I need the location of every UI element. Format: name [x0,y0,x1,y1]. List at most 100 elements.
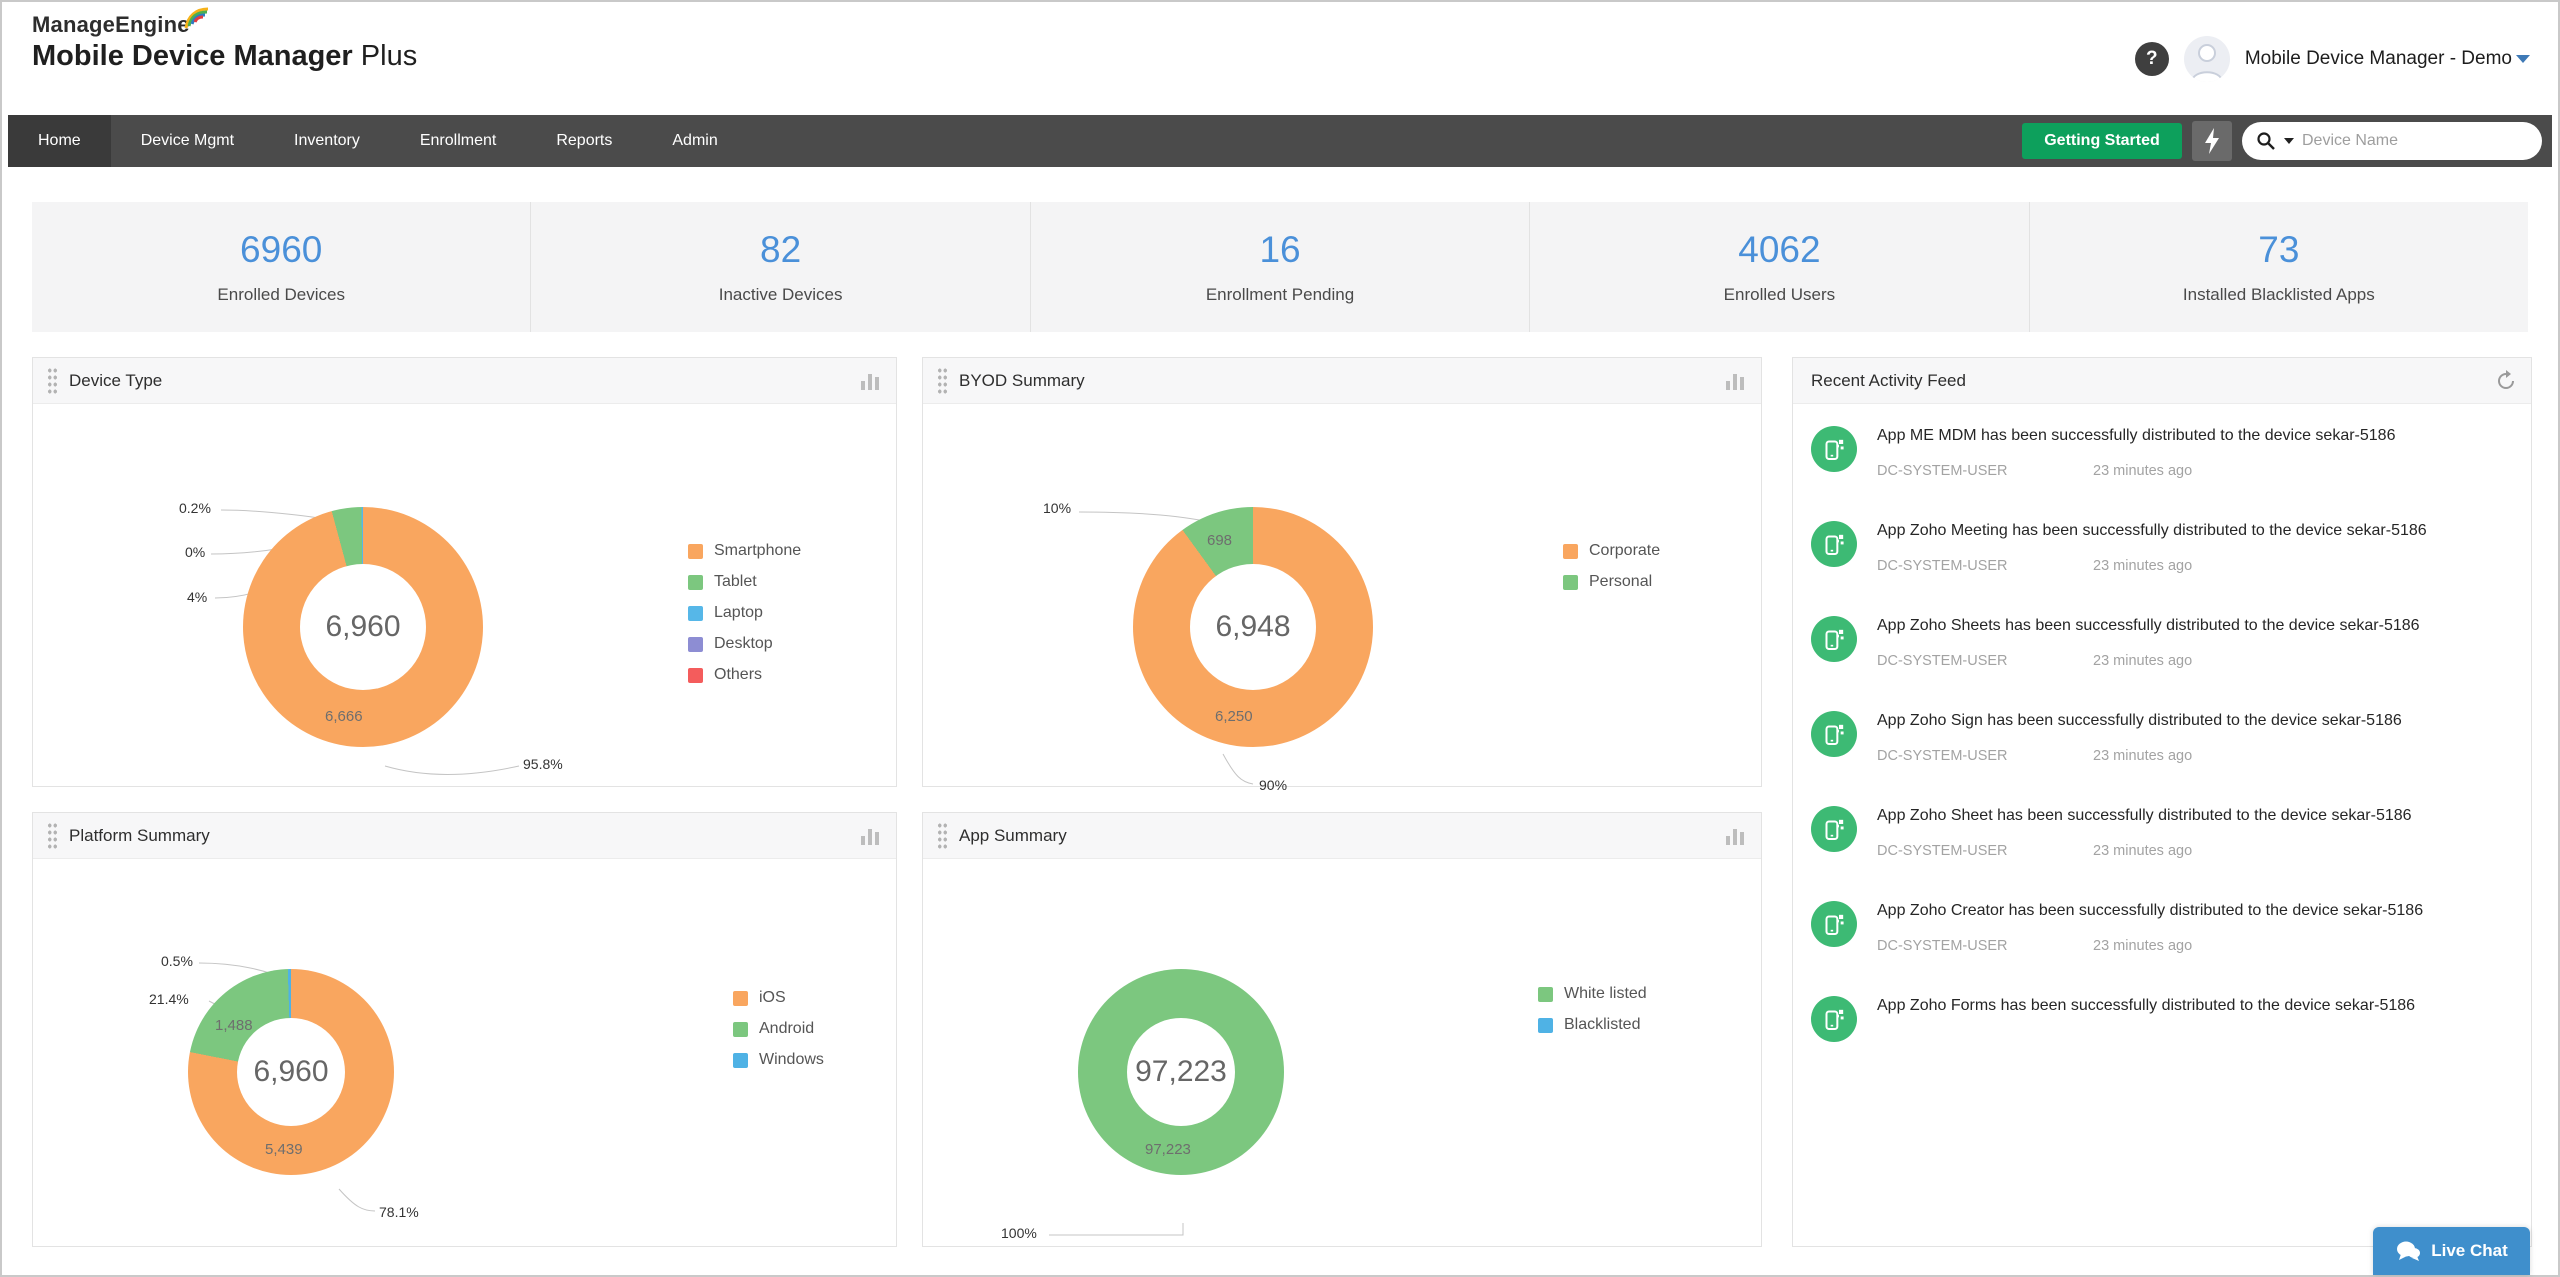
search-input[interactable] [2302,132,2502,150]
app-distribution-icon [1811,426,1857,472]
nav-item-admin[interactable]: Admin [642,115,747,167]
card-title-platform: Platform Summary [69,825,210,845]
device-type-donut[interactable] [243,507,483,747]
legend-item-blacklisted[interactable]: Blacklisted [1538,1016,1647,1034]
nav-item-device-mgmt[interactable]: Device Mgmt [111,115,264,167]
legend-swatch [688,605,703,621]
stat-enrolled-devices[interactable]: 6960 Enrolled Devices [32,202,530,332]
feed-item[interactable]: App ME MDM has been successfully distrib… [1793,404,2531,499]
label-android-value: 1,488 [215,1017,253,1034]
recent-activity-feed-card: Recent Activity Feed App ME MDM has been… [1792,357,2532,1247]
feed-item[interactable]: App Zoho Sheets has been successfully di… [1793,594,2531,689]
legend-swatch [1563,574,1578,590]
label-desktop-pct: 0% [185,544,206,560]
card-title-byod: BYOD Summary [959,370,1085,390]
refresh-icon [2498,369,2514,389]
feed-user: DC-SYSTEM-USER [1877,463,2008,479]
manageengine-swoosh-icon [184,6,210,35]
device-type-card: Device Type 6,960 0.2% 0% 4% 95.8% 6,666… [32,357,897,787]
label-whitelisted-pct: 100% [1001,1225,1037,1241]
byod-legend: Corporate Personal [1563,542,1660,604]
byod-donut[interactable] [1133,507,1373,747]
card-title-activity-feed: Recent Activity Feed [1811,370,1966,390]
feed-item[interactable]: App Zoho Sign has been successfully dist… [1793,689,2531,784]
label-whitelisted-value: 97,223 [1145,1141,1191,1158]
nav-item-inventory[interactable]: Inventory [264,115,390,167]
platform-legend: iOS Android Windows [733,989,824,1082]
legend-item-others[interactable]: Others [688,666,801,684]
avatar[interactable] [2183,35,2230,82]
person-icon [2190,43,2223,82]
stat-installed-blacklisted-apps[interactable]: 73 Installed Blacklisted Apps [2028,202,2528,332]
nav-item-reports[interactable]: Reports [526,115,642,167]
brand-logo: ManageEngine Mobile Device Manager Plus [32,7,418,73]
legend-swatch [688,574,703,590]
feed-user: DC-SYSTEM-USER [1877,843,2008,859]
feed-item[interactable]: App Zoho Meeting has been successfully d… [1793,499,2531,594]
chart-type-button[interactable] [1725,371,1747,391]
search-icon[interactable] [2256,131,2276,151]
account-menu[interactable]: Mobile Device Manager - Demo [2245,48,2530,70]
lightning-bolt-icon [2205,128,2219,154]
chart-type-button[interactable] [860,826,882,846]
device-search [2242,122,2542,160]
brand-product-name: Mobile Device Manager Plus [32,40,418,72]
live-chat-label: Live Chat [2431,1241,2508,1260]
app-distribution-icon [1811,711,1857,757]
stat-enrollment-pending[interactable]: 16 Enrollment Pending [1029,202,1529,332]
chart-type-button[interactable] [1725,826,1747,846]
drag-handle-icon[interactable] [47,822,58,849]
help-icon[interactable]: ? [2134,41,2169,76]
legend-swatch [688,543,703,559]
legend-swatch [1538,986,1553,1002]
drag-handle-icon[interactable] [47,367,58,394]
label-ios-value: 5,439 [265,1141,303,1158]
label-smartphone-value: 6,666 [325,708,363,725]
feed-item[interactable]: App Zoho Sheet has been successfully dis… [1793,784,2531,879]
top-header: ManageEngine Mobile Device Manager Plus … [2,2,2558,115]
drag-handle-icon[interactable] [937,822,948,849]
device-type-legend: Smartphone Tablet Laptop Desktop Others [688,542,801,697]
feed-time: 23 minutes ago [2093,558,2193,574]
app-distribution-icon [1811,616,1857,662]
app-summary-legend: White listed Blacklisted [1538,985,1647,1047]
callout-lines [1049,1223,1184,1236]
nav-item-enrollment[interactable]: Enrollment [390,115,526,167]
legend-swatch [733,1052,748,1068]
label-corporate-pct: 90% [1259,777,1288,793]
legend-swatch [688,667,703,683]
feed-time: 23 minutes ago [2093,843,2193,859]
feed-time: 23 minutes ago [2093,653,2193,669]
feed-item[interactable]: App Zoho Creator has been successfully d… [1793,879,2531,974]
legend-item-desktop[interactable]: Desktop [688,635,801,653]
feed-item[interactable]: App Zoho Forms has been successfully dis… [1793,974,2531,1053]
quick-actions-button[interactable] [2192,121,2232,161]
chart-type-button[interactable] [860,371,882,391]
legend-item-tablet[interactable]: Tablet [688,573,801,591]
live-chat-button[interactable]: Live Chat [2373,1227,2530,1275]
legend-item-personal[interactable]: Personal [1563,573,1660,591]
legend-item-smartphone[interactable]: Smartphone [688,542,801,560]
legend-item-windows[interactable]: Windows [733,1051,824,1069]
activity-feed-list: App ME MDM has been successfully distrib… [1793,404,2531,1246]
label-personal-value: 698 [1207,532,1233,549]
legend-item-whitelisted[interactable]: White listed [1538,985,1647,1003]
label-android-pct: 21.4% [149,991,189,1007]
legend-item-corporate[interactable]: Corporate [1563,542,1660,560]
stat-inactive-devices[interactable]: 82 Inactive Devices [530,202,1029,332]
refresh-button[interactable] [2495,369,2517,392]
search-scope-caret-icon[interactable] [2284,138,2294,144]
app-distribution-icon [1811,996,1857,1042]
chat-bubbles-icon [2397,1241,2421,1261]
summary-stats-strip: 6960 Enrolled Devices 82 Inactive Device… [32,202,2528,332]
stat-enrolled-users[interactable]: 4062 Enrolled Users [1529,202,2028,332]
nav-item-home[interactable]: Home [8,115,111,167]
legend-item-android[interactable]: Android [733,1020,824,1038]
platform-summary-card: Platform Summary 6,960 0.5% 21.4% 1,488 … [32,812,897,1247]
drag-handle-icon[interactable] [937,367,948,394]
legend-item-laptop[interactable]: Laptop [688,604,801,622]
legend-item-ios[interactable]: iOS [733,989,824,1007]
getting-started-button[interactable]: Getting Started [2022,123,2182,159]
label-ios-pct: 78.1% [379,1204,419,1220]
label-personal-pct: 10% [1043,500,1072,516]
